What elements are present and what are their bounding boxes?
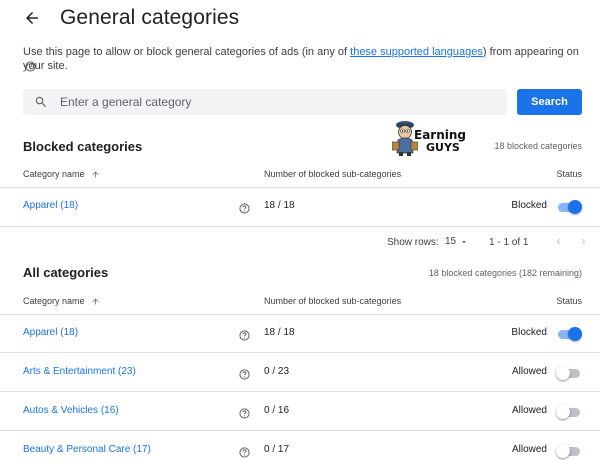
- all-categories-title: All categories: [23, 265, 109, 280]
- logo-text-line1: Earning: [414, 128, 467, 142]
- blocked-count: 18 blocked categories: [494, 141, 582, 151]
- sub-category-count: 0 / 16: [264, 405, 290, 416]
- status-toggle[interactable]: [556, 200, 582, 214]
- table-row: Beauty & Personal Care (17) 0 / 17 Allow…: [0, 431, 600, 460]
- status-toggle[interactable]: [556, 327, 582, 341]
- sub-category-count: 18 / 18: [264, 200, 295, 211]
- category-link[interactable]: Apparel (18): [23, 327, 78, 338]
- toggle-knob: [556, 366, 570, 380]
- pagination: Show rows: 15 1 - 1 of 1: [0, 232, 600, 252]
- column-category-name[interactable]: Category name: [23, 296, 100, 306]
- search-input[interactable]: [60, 95, 480, 109]
- category-link[interactable]: Beauty & Personal Care (17): [23, 444, 151, 455]
- sort-arrow-up-icon[interactable]: [91, 297, 100, 306]
- status-toggle[interactable]: [556, 444, 582, 458]
- pagination-range: 1 - 1 of 1: [489, 237, 529, 248]
- status-toggle[interactable]: [556, 366, 582, 380]
- status-text: Blocked: [511, 200, 547, 211]
- all-table-header: Category name Number of blocked sub-cate…: [0, 287, 600, 315]
- supported-languages-link[interactable]: these supported languages: [350, 46, 483, 58]
- sub-category-count: 18 / 18: [264, 327, 295, 338]
- status-toggle[interactable]: [556, 405, 582, 419]
- rows-per-page-value: 15: [445, 236, 457, 247]
- logo-text-line2: GUYS: [426, 141, 460, 154]
- help-icon[interactable]: [25, 59, 36, 77]
- next-page-chevron-icon[interactable]: [578, 236, 589, 250]
- column-sub-categories: Number of blocked sub-categories: [264, 296, 402, 306]
- help-icon[interactable]: [239, 201, 250, 219]
- column-category-name[interactable]: Category name: [23, 169, 100, 179]
- rows-per-page-select[interactable]: 15: [445, 236, 469, 247]
- sort-arrow-up-icon[interactable]: [91, 170, 100, 179]
- toggle-knob: [556, 405, 570, 419]
- table-row: Apparel (18) 18 / 18 Blocked: [0, 187, 600, 226]
- category-link[interactable]: Arts & Entertainment (23): [23, 366, 136, 377]
- all-categories-count: 18 blocked categories (182 remaining): [428, 268, 582, 278]
- status-text: Allowed: [511, 405, 547, 416]
- table-row: Arts & Entertainment (23) 0 / 23 Allowed: [0, 353, 600, 392]
- category-link[interactable]: Autos & Vehicles (16): [23, 405, 119, 416]
- column-status: Status: [556, 169, 582, 179]
- help-icon[interactable]: [239, 406, 250, 424]
- search-button[interactable]: Search: [517, 89, 582, 115]
- column-sub-categories: Number of blocked sub-categories: [264, 169, 402, 179]
- help-icon[interactable]: [239, 445, 250, 460]
- blocked-categories-title: Blocked categories: [23, 139, 143, 154]
- column-category-name-label: Category name: [23, 296, 85, 306]
- dropdown-arrow-icon: [462, 240, 467, 243]
- category-link[interactable]: Apparel (18): [23, 200, 78, 211]
- page-header: General categories: [20, 4, 239, 32]
- sub-category-count: 0 / 17: [264, 444, 290, 455]
- help-icon[interactable]: [239, 367, 250, 385]
- blocked-table-header: Category name Number of blocked sub-cate…: [0, 160, 600, 188]
- page-title: General categories: [60, 6, 240, 29]
- page-description: Use this page to allow or block general …: [23, 45, 583, 73]
- description-text: Use this page to allow or block general …: [23, 46, 351, 58]
- divider: [0, 226, 600, 227]
- earning-guys-logo: Earning GUYS: [391, 117, 476, 157]
- show-rows-label: Show rows:: [387, 237, 439, 248]
- search-icon: [35, 96, 46, 107]
- toggle-knob: [568, 327, 582, 341]
- help-icon[interactable]: [239, 328, 250, 346]
- table-row: Apparel (18) 18 / 18 Blocked: [0, 314, 600, 353]
- column-category-name-label: Category name: [23, 169, 85, 179]
- table-row: Autos & Vehicles (16) 0 / 16 Allowed: [0, 392, 600, 431]
- status-text: Allowed: [511, 444, 547, 455]
- back-arrow-icon[interactable]: [20, 6, 44, 30]
- column-status: Status: [556, 296, 582, 306]
- search-box: [23, 89, 507, 115]
- toggle-knob: [556, 444, 570, 458]
- status-text: Allowed: [511, 366, 547, 377]
- status-text: Blocked: [511, 327, 547, 338]
- sub-category-count: 0 / 23: [264, 366, 290, 377]
- toggle-knob: [568, 200, 582, 214]
- previous-page-chevron-icon[interactable]: [553, 236, 564, 250]
